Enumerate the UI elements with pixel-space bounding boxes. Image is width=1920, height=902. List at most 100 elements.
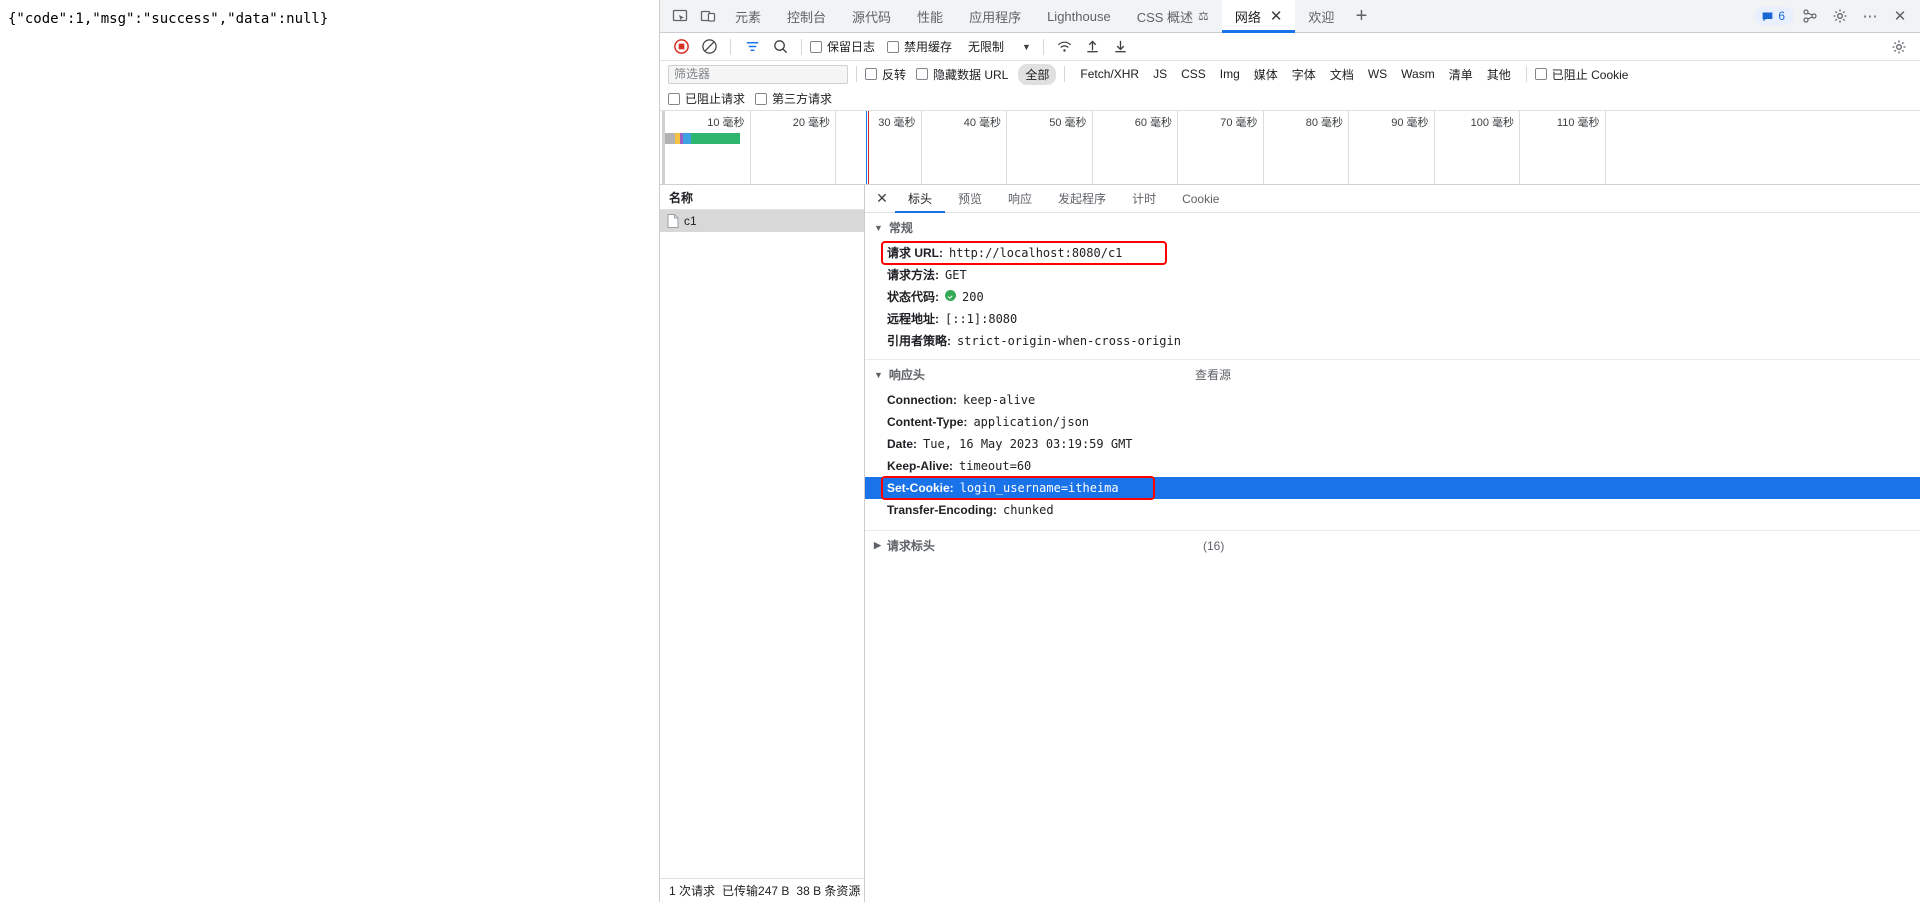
preserve-log-box[interactable] <box>810 40 822 53</box>
general-request-url-row: 请求 URL: http://localhost:8080/c1 <box>865 242 1920 264</box>
filter-type-doc[interactable]: 文档 <box>1323 64 1361 85</box>
import-har-icon[interactable] <box>1080 35 1106 59</box>
headers-content: ▼ 常规 请求 URL: http://localhost:8080/c1 请求… <box>865 213 1920 902</box>
tab-sources[interactable]: 源代码 <box>839 0 904 33</box>
tab-network[interactable]: 网络 ✕ <box>1221 0 1296 33</box>
detail-tab-preview[interactable]: 预览 <box>945 185 995 213</box>
section-request-headers-header[interactable]: ▶ 请求标头 (16) <box>865 530 1920 560</box>
response-connection-row: Connection: keep-alive <box>865 389 1920 411</box>
filter-type-fetch-xhr[interactable]: Fetch/XHR <box>1073 65 1146 83</box>
tab-welcome-label: 欢迎 <box>1308 9 1335 25</box>
filter-type-ws[interactable]: WS <box>1361 65 1394 83</box>
tab-performance-label: 性能 <box>917 9 944 25</box>
overview-tick: 10 毫秒 <box>665 111 751 184</box>
overview-gridlines: 10 毫秒 20 毫秒 30 毫秒 40 毫秒 50 毫秒 60 毫秒 70 毫… <box>665 111 1920 184</box>
tab-welcome[interactable]: 欢迎 <box>1295 0 1347 33</box>
filter-input[interactable] <box>668 64 848 84</box>
detail-tab-response[interactable]: 响应 <box>995 185 1045 213</box>
search-icon[interactable] <box>767 35 793 59</box>
network-settings-gear-icon[interactable] <box>1886 35 1912 59</box>
tab-css-overview-label: CSS 概述 <box>1136 9 1194 25</box>
preserve-log-checkbox[interactable]: 保留日志 <box>810 38 875 55</box>
blocked-requests-box[interactable] <box>668 92 680 105</box>
chevron-down-icon: ▼ <box>1022 41 1031 52</box>
toolbar-divider <box>730 38 731 55</box>
network-conditions-icon[interactable] <box>1052 35 1078 59</box>
filter-type-manifest[interactable]: 清单 <box>1442 64 1480 85</box>
disable-cache-box[interactable] <box>887 40 900 53</box>
keep-alive-key: Keep-Alive: <box>887 459 954 473</box>
tab-performance[interactable]: 性能 <box>904 0 956 33</box>
invert-checkbox[interactable]: 反转 <box>865 66 906 83</box>
filter-type-font[interactable]: 字体 <box>1285 64 1323 85</box>
export-har-icon[interactable] <box>1108 35 1134 59</box>
detail-tab-headers[interactable]: 标头 <box>895 185 946 213</box>
triangle-right-icon: ▶ <box>874 540 881 550</box>
response-transfer-encoding-row: Transfer-Encoding: chunked <box>865 499 1920 521</box>
network-overview-timeline[interactable]: 10 毫秒 20 毫秒 30 毫秒 40 毫秒 50 毫秒 60 毫秒 70 毫… <box>660 111 1920 185</box>
invert-box[interactable] <box>865 68 877 80</box>
throttling-dropdown[interactable]: 无限制 ▼ <box>964 38 1035 55</box>
filter-type-other[interactable]: 其他 <box>1480 64 1518 85</box>
status-ok-icon <box>945 290 956 301</box>
table-row[interactable]: c1 <box>660 210 864 232</box>
blocked-cookies-checkbox[interactable]: 已阻止 Cookie <box>1534 66 1628 83</box>
close-icon[interactable]: ✕ <box>1270 9 1283 24</box>
disable-cache-checkbox[interactable]: 禁用缓存 <box>887 38 952 55</box>
filter-divider-2 <box>1064 66 1066 82</box>
close-devtools-icon[interactable]: ✕ <box>1886 3 1914 29</box>
inspect-element-icon[interactable] <box>666 3 694 29</box>
section-response-headers-header[interactable]: ▼ 响应头 查看源 <box>865 359 1920 389</box>
filter-type-img[interactable]: Img <box>1213 65 1247 83</box>
device-toolbar-icon[interactable] <box>694 3 722 29</box>
settings-gear-icon[interactable] <box>1826 3 1854 29</box>
third-party-box[interactable] <box>755 92 768 105</box>
clear-icon[interactable] <box>696 35 722 59</box>
detail-tab-timing[interactable]: 计时 <box>1119 185 1169 213</box>
filter-type-wasm[interactable]: Wasm <box>1394 65 1442 83</box>
hide-data-urls-checkbox[interactable]: 隐藏数据 URL <box>916 66 1008 83</box>
hide-data-urls-label: 隐藏数据 URL <box>933 67 1009 82</box>
transfer-encoding-value: chunked <box>1003 503 1054 517</box>
devices-icon[interactable] <box>1796 3 1824 29</box>
resources-size: 38 B 条资源 <box>796 884 861 898</box>
keep-alive-value: timeout=60 <box>959 459 1032 473</box>
hide-data-urls-box[interactable] <box>916 68 929 80</box>
issues-badge[interactable]: 6 <box>1754 7 1794 25</box>
more-options-icon[interactable]: ⋯ <box>1856 3 1884 29</box>
filter-type-media[interactable]: 媒体 <box>1247 64 1285 85</box>
request-count: 1 次请求 <box>669 884 716 898</box>
tab-lighthouse[interactable]: Lighthouse <box>1034 0 1124 33</box>
filter-type-css[interactable]: CSS <box>1174 65 1213 83</box>
record-stop-icon[interactable] <box>668 35 694 59</box>
response-keep-alive-row: Keep-Alive: timeout=60 <box>865 455 1920 477</box>
tab-application-label: 应用程序 <box>969 9 1022 25</box>
devtools-panel: 元素 控制台 源代码 性能 应用程序 Lighthouse CSS 概述 ⚖ 网… <box>660 0 1920 902</box>
status-code-value: 200 <box>962 290 984 304</box>
request-list-header[interactable]: 名称 <box>660 185 864 210</box>
add-tab-button[interactable]: + <box>1347 2 1375 30</box>
tab-css-overview[interactable]: CSS 概述 ⚖ <box>1124 0 1222 33</box>
filter-type-js[interactable]: JS <box>1146 65 1174 83</box>
section-general-header[interactable]: ▼ 常规 <box>865 213 1920 242</box>
detail-tab-cookies[interactable]: Cookie <box>1169 185 1232 213</box>
request-method-value: GET <box>945 268 967 282</box>
detail-tab-initiator[interactable]: 发起程序 <box>1045 185 1119 213</box>
blocked-cookies-box[interactable] <box>1534 68 1547 80</box>
section-request-headers-title: 请求标头 <box>886 539 935 553</box>
filter-divider-3 <box>1525 66 1527 82</box>
document-icon <box>667 214 679 228</box>
filter-type-all[interactable]: 全部 <box>1018 63 1057 85</box>
referrer-policy-key: 引用者策略: <box>887 334 951 348</box>
tab-elements[interactable]: 元素 <box>722 0 774 33</box>
view-source-link[interactable]: 查看源 <box>1195 366 1231 383</box>
transferred-size: 已传输247 B <box>722 884 790 898</box>
close-detail-icon[interactable]: ✕ <box>869 186 895 212</box>
third-party-requests-checkbox[interactable]: 第三方请求 <box>755 90 832 107</box>
toolbar-divider-2 <box>801 38 802 55</box>
filter-icon[interactable] <box>739 35 765 59</box>
tab-console[interactable]: 控制台 <box>774 0 839 33</box>
tab-application[interactable]: 应用程序 <box>956 0 1034 33</box>
blocked-requests-checkbox[interactable]: 已阻止请求 <box>668 90 745 107</box>
response-set-cookie-row[interactable]: Set-Cookie: login_username=itheima <box>865 477 1920 499</box>
